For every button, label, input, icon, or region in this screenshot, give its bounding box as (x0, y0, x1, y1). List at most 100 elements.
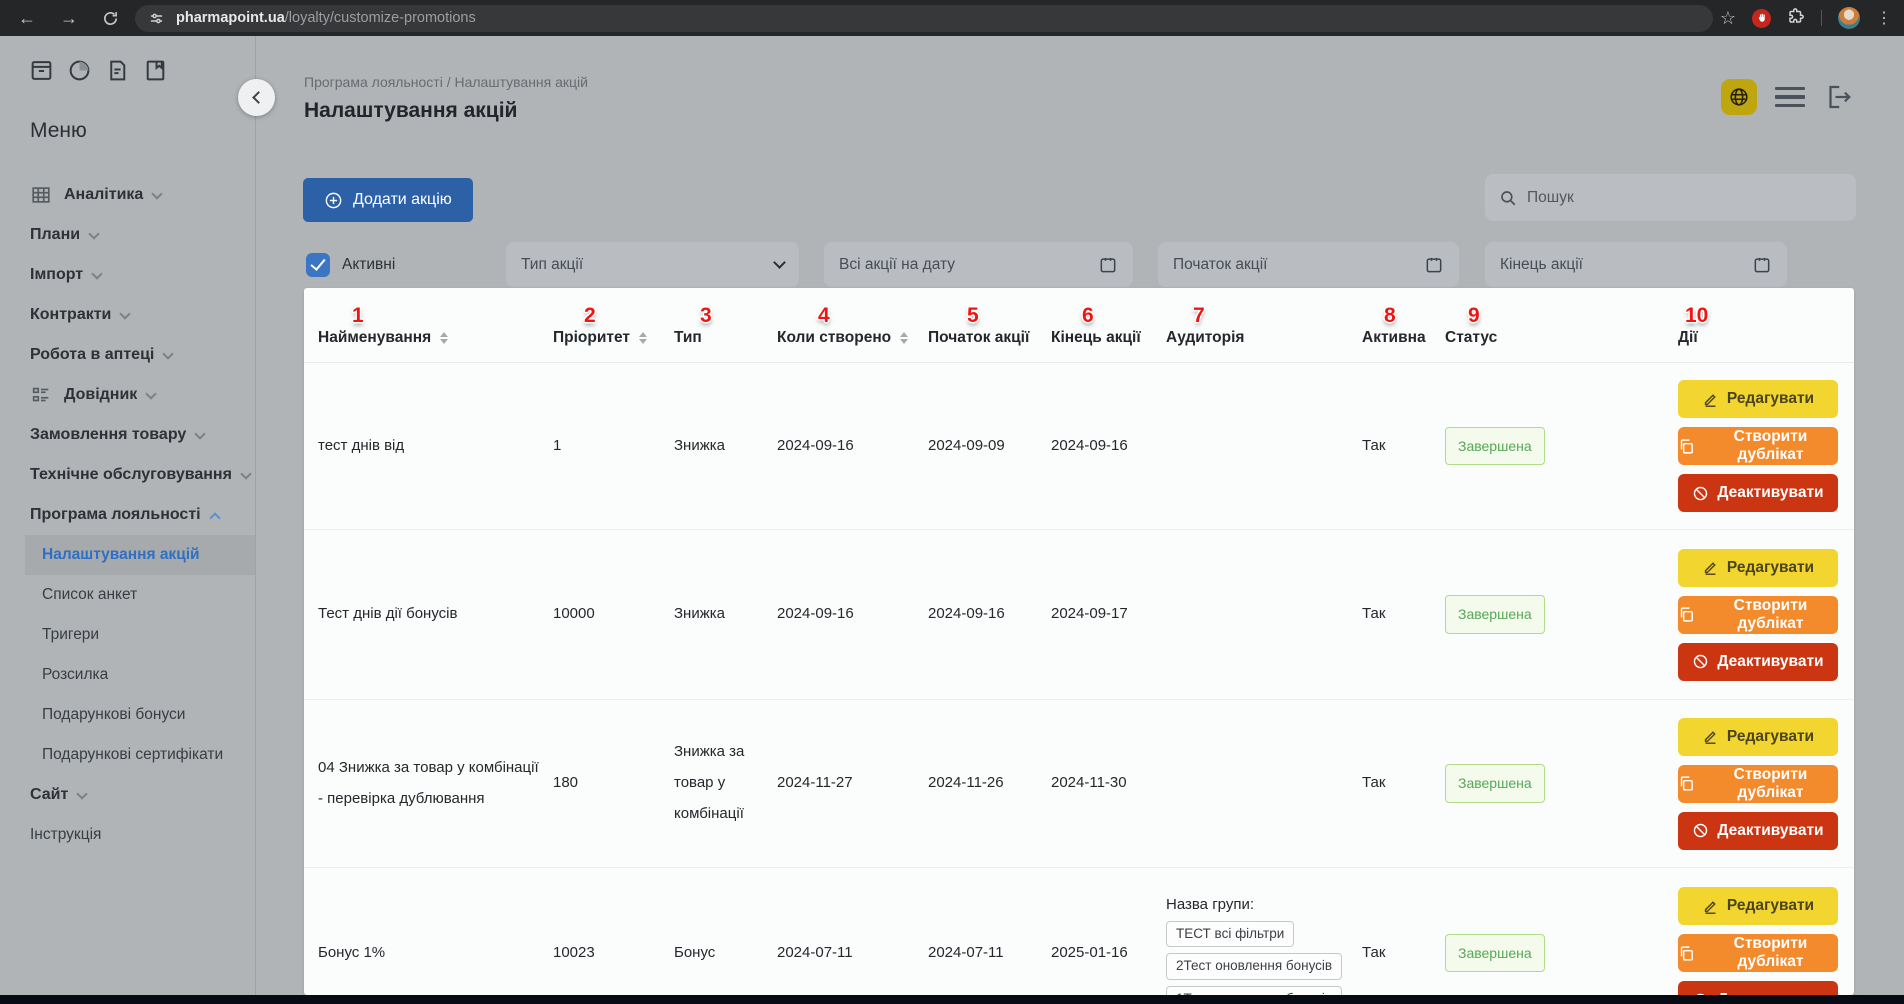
edit-button[interactable]: Редагувати (1678, 380, 1838, 418)
column-header-name[interactable]: 1 Найменування (318, 288, 553, 362)
bookmark-star-icon[interactable]: ☆ (1720, 8, 1736, 29)
edit-button[interactable]: Редагувати (1678, 887, 1838, 925)
breadcrumb: Програма лояльності / Налаштування акцій (304, 74, 1904, 90)
sidebar-item-questionnaires[interactable]: Список анкет (0, 575, 255, 615)
pencil-icon (1702, 898, 1719, 915)
hamburger-menu-icon[interactable] (1775, 87, 1805, 108)
sidebar-item-label: Програма лояльності (30, 506, 201, 524)
start-date-field[interactable]: Початок акції (1158, 242, 1459, 287)
chevron-up-icon (209, 512, 220, 523)
cell-start: 2024-11-26 (928, 768, 1051, 799)
sidebar-item-instruction[interactable]: Інструкція (0, 815, 255, 855)
logout-icon[interactable] (1823, 82, 1853, 112)
cell-active: Так (1362, 768, 1445, 799)
duplicate-button[interactable]: Створити дублікат (1678, 934, 1838, 972)
edit-button[interactable]: Редагувати (1678, 549, 1838, 587)
sidebar-item-label: Імпорт (30, 266, 83, 284)
pie-chart-icon[interactable] (67, 58, 92, 83)
sidebar-item-label: Налаштування акцій (42, 546, 200, 564)
sidebar-item-label: Довідник (64, 386, 137, 404)
sidebar-item-maintenance[interactable]: Технічне обслуговування (0, 455, 255, 495)
start-date-label: Початок акції (1173, 256, 1267, 274)
browser-forward-icon[interactable]: → (60, 9, 78, 27)
extensions-puzzle-icon[interactable] (1787, 7, 1805, 30)
sidebar-item-gift-certificates[interactable]: Подарункові сертифікати (0, 735, 255, 775)
search-input[interactable] (1527, 189, 1842, 207)
browser-back-icon[interactable]: ← (18, 9, 36, 27)
checkbox-checked-icon[interactable] (306, 253, 330, 277)
browser-profile-avatar[interactable] (1838, 7, 1860, 29)
sidebar-item-label: Подарункові сертифікати (42, 746, 223, 764)
book-icon[interactable] (143, 58, 168, 83)
active-filter-checkbox[interactable]: Активні (306, 242, 395, 287)
sort-icon[interactable] (440, 332, 448, 345)
url-text[interactable]: pharmapoint.ua/loyalty/customize-promoti… (176, 10, 476, 26)
all-promotions-on-date-field[interactable]: Всі акції на дату (824, 242, 1133, 287)
site-settings-icon[interactable] (149, 11, 164, 26)
sidebar-item-import[interactable]: Імпорт (0, 255, 255, 295)
duplicate-button[interactable]: Створити дублікат (1678, 427, 1838, 465)
promotions-table: 1 Найменування 2 Пріоритет 3 Тип 4 Коли … (304, 288, 1854, 995)
table-header-row: 1 Найменування 2 Пріоритет 3 Тип 4 Коли … (304, 288, 1854, 363)
annotation-mark-3: 3 (700, 305, 777, 326)
edit-button[interactable]: Редагувати (1678, 718, 1838, 756)
sidebar-item-analytics[interactable]: Аналітика (0, 175, 255, 215)
table-row: 04 Знижка за товар у комбінації - переві… (304, 700, 1854, 868)
sidebar-item-customize-promotions[interactable]: Налаштування акцій (25, 535, 255, 575)
sort-icon[interactable] (900, 332, 908, 345)
chevron-left-icon (252, 91, 265, 104)
sidebar-item-label: Робота в аптеці (30, 346, 154, 364)
column-header-created[interactable]: 4 Коли створено (777, 288, 928, 362)
search-box[interactable] (1485, 174, 1856, 221)
url-domain: pharmapoint.ua (176, 10, 285, 26)
sidebar-item-mailing[interactable]: Розсилка (0, 655, 255, 695)
browser-reload-icon[interactable] (102, 10, 119, 27)
sidebar-item-contracts[interactable]: Контракти (0, 295, 255, 335)
audience-tag: 1Тест оновлення бонусів (1166, 986, 1342, 995)
end-date-field[interactable]: Кінець акції (1485, 242, 1787, 287)
sidebar-nav: Аналітика Плани Імпорт Контракти Робота … (0, 175, 255, 855)
address-bar[interactable]: pharmapoint.ua/loyalty/customize-promoti… (135, 5, 1713, 32)
audience-group-label: Назва групи: (1166, 894, 1348, 915)
sidebar-item-loyalty-program[interactable]: Програма лояльності (0, 495, 255, 535)
deactivate-button[interactable]: Деактивувати (1678, 812, 1838, 850)
sidebar-item-triggers[interactable]: Тригери (0, 615, 255, 655)
calendar-icon (1752, 255, 1772, 275)
deactivate-button[interactable]: Деактивувати (1678, 643, 1838, 681)
duplicate-button[interactable]: Створити дублікат (1678, 765, 1838, 803)
sidebar-item-site[interactable]: Сайт (0, 775, 255, 815)
column-header-start: 5 Початок акції (928, 288, 1051, 362)
chevron-down-icon (120, 308, 131, 319)
annotation-mark-6: 6 (1082, 305, 1166, 326)
chrome-separator (1821, 10, 1822, 26)
sidebar-item-pharmacy-work[interactable]: Робота в аптеці (0, 335, 255, 375)
sidebar-item-goods-order[interactable]: Замовлення товару (0, 415, 255, 455)
block-icon (1692, 822, 1709, 839)
annotation-mark-10: 10 (1685, 305, 1838, 326)
cell-type: Бонус (674, 938, 777, 969)
deactivate-button[interactable]: Деактивувати (1678, 981, 1838, 995)
sidebar-item-label: Список анкет (42, 586, 137, 604)
archive-icon[interactable] (29, 58, 54, 83)
sidebar-item-directory[interactable]: Довідник (0, 375, 255, 415)
column-header-audience: 7 Аудиторія (1166, 288, 1362, 362)
sidebar-collapse-button[interactable] (238, 79, 275, 116)
adblock-extension-icon[interactable] (1752, 9, 1771, 28)
browser-menu-icon[interactable]: ⋮ (1876, 8, 1892, 28)
promotion-type-select[interactable]: Тип акції (506, 242, 799, 287)
language-globe-button[interactable] (1721, 79, 1757, 115)
add-promotion-button[interactable]: Додати акцію (303, 178, 473, 222)
cell-name: 04 Знижка за товар у комбінації - переві… (318, 753, 553, 815)
column-header-actions: 10 Дії (1678, 288, 1838, 362)
sidebar-item-gift-bonuses[interactable]: Подарункові бонуси (0, 695, 255, 735)
annotation-mark-9: 9 (1468, 305, 1678, 326)
column-header-priority[interactable]: 2 Пріоритет (553, 288, 674, 362)
duplicate-button[interactable]: Створити дублікат (1678, 596, 1838, 634)
sidebar-item-plans[interactable]: Плани (0, 215, 255, 255)
cell-active: Так (1362, 599, 1445, 630)
app-window: Меню Аналітика Плани Імпорт Контракти Ро… (0, 36, 1904, 995)
copy-icon (1678, 606, 1695, 623)
document-icon[interactable] (105, 58, 130, 83)
deactivate-button[interactable]: Деактивувати (1678, 474, 1838, 512)
sort-icon[interactable] (639, 332, 647, 345)
